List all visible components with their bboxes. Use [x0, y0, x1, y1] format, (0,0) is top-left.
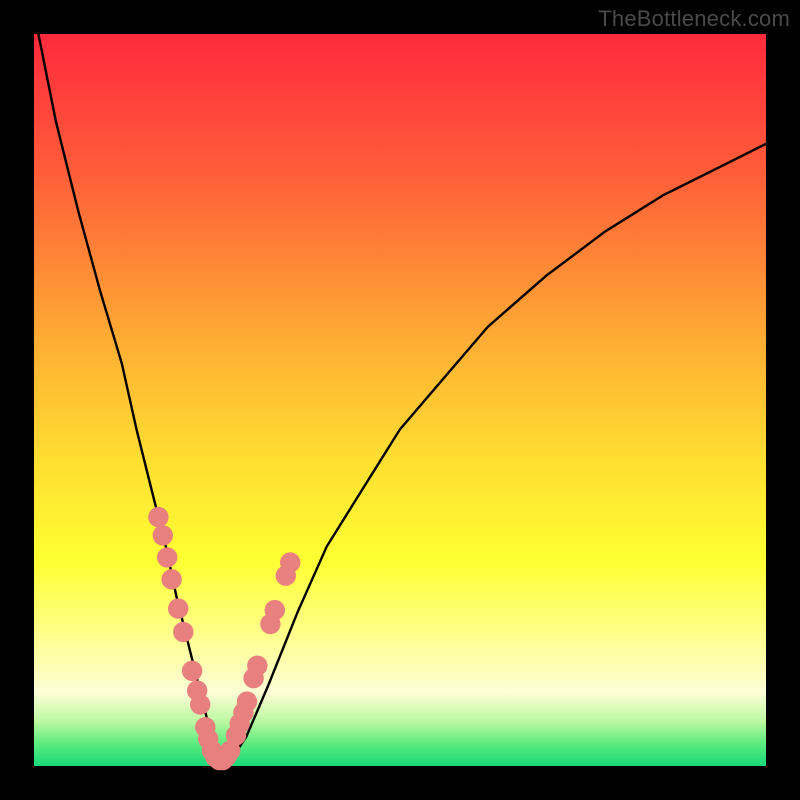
data-point	[247, 656, 267, 676]
data-point	[157, 547, 177, 567]
data-point	[173, 622, 193, 642]
data-point	[280, 552, 300, 572]
bottleneck-curve	[34, 12, 766, 759]
chart-frame: TheBottleneck.com	[0, 0, 800, 800]
data-point	[168, 598, 188, 618]
data-point	[237, 691, 257, 711]
data-point	[190, 694, 210, 714]
watermark-text: TheBottleneck.com	[598, 6, 790, 32]
data-point	[153, 525, 173, 545]
plot-area	[34, 34, 766, 766]
data-point	[161, 569, 181, 589]
data-point	[265, 600, 285, 620]
data-point	[148, 507, 168, 527]
data-point	[182, 661, 202, 681]
beads-group	[148, 507, 300, 770]
chart-svg	[34, 34, 766, 766]
